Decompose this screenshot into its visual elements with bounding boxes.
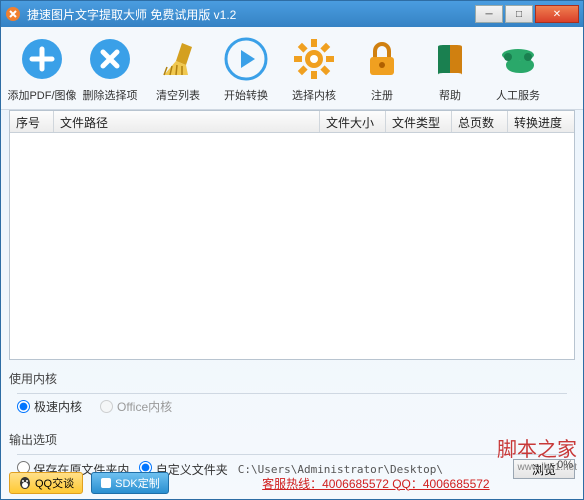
col-type[interactable]: 文件类型 <box>386 111 452 132</box>
lock-icon <box>358 35 406 83</box>
radio-office-engine: Office内核 <box>100 398 172 415</box>
register-button[interactable]: 注册 <box>349 33 415 105</box>
toolbar-label: 选择内核 <box>292 87 336 103</box>
gear-icon <box>290 35 338 83</box>
toolbar-label: 删除选择项 <box>83 87 138 103</box>
toolbar-label: 清空列表 <box>156 87 200 103</box>
service-button[interactable]: 人工服务 <box>485 33 551 105</box>
engine-panel: 使用内核 极速内核 Office内核 <box>9 366 575 421</box>
start-button[interactable]: 开始转换 <box>213 33 279 105</box>
toolbar: 添加PDF/图像 删除选择项 清空列表 开始转换 选择内核 注册 帮助 人工服 <box>1 27 583 110</box>
minimize-button[interactable]: ─ <box>475 5 503 23</box>
plus-icon <box>18 35 66 83</box>
toolbar-label: 人工服务 <box>496 87 540 103</box>
sdk-icon <box>100 477 112 489</box>
play-icon <box>222 35 270 83</box>
table-header: 序号 文件路径 文件大小 文件类型 总页数 转换进度 <box>10 111 574 133</box>
close-button[interactable]: ✕ <box>535 5 579 23</box>
help-button[interactable]: 帮助 <box>417 33 483 105</box>
output-label: 输出选项 <box>9 427 575 452</box>
footer: QQ交谈 SDK定制 客服热线：4006685572 QQ：4006685572 <box>9 471 575 495</box>
col-size[interactable]: 文件大小 <box>320 111 386 132</box>
progress-percent: 0% <box>557 459 573 471</box>
col-progress[interactable]: 转换进度 <box>508 111 574 132</box>
sdk-button[interactable]: SDK定制 <box>91 472 169 494</box>
qq-chat-button[interactable]: QQ交谈 <box>9 472 83 494</box>
add-file-button[interactable]: 添加PDF/图像 <box>9 33 75 105</box>
phone-icon <box>494 35 542 83</box>
hotline-link[interactable]: 客服热线：4006685572 QQ：4006685572 <box>177 475 575 492</box>
broom-icon <box>154 35 202 83</box>
toolbar-label: 开始转换 <box>224 87 268 103</box>
toolbar-label: 帮助 <box>439 87 461 103</box>
col-path[interactable]: 文件路径 <box>54 111 320 132</box>
window-title: 捷速图片文字提取大师 免费试用版 v1.2 <box>27 6 475 23</box>
file-table[interactable]: 序号 文件路径 文件大小 文件类型 总页数 转换进度 <box>9 110 575 360</box>
window-controls: ─ □ ✕ <box>475 5 579 23</box>
qq-icon <box>18 476 32 490</box>
titlebar[interactable]: 捷速图片文字提取大师 免费试用版 v1.2 ─ □ ✕ <box>1 1 583 27</box>
remove-button[interactable]: 删除选择项 <box>77 33 143 105</box>
book-icon <box>426 35 474 83</box>
app-window: 捷速图片文字提取大师 免费试用版 v1.2 ─ □ ✕ 添加PDF/图像 删除选… <box>0 0 584 500</box>
engine-label: 使用内核 <box>9 366 575 391</box>
toolbar-label: 添加PDF/图像 <box>7 87 76 103</box>
clear-button[interactable]: 清空列表 <box>145 33 211 105</box>
toolbar-label: 注册 <box>371 87 393 103</box>
engine-button[interactable]: 选择内核 <box>281 33 347 105</box>
maximize-button[interactable]: □ <box>505 5 533 23</box>
cross-icon <box>86 35 134 83</box>
col-index[interactable]: 序号 <box>10 111 54 132</box>
app-icon <box>5 6 21 22</box>
col-pages[interactable]: 总页数 <box>452 111 508 132</box>
radio-fast-engine[interactable]: 极速内核 <box>17 398 82 415</box>
